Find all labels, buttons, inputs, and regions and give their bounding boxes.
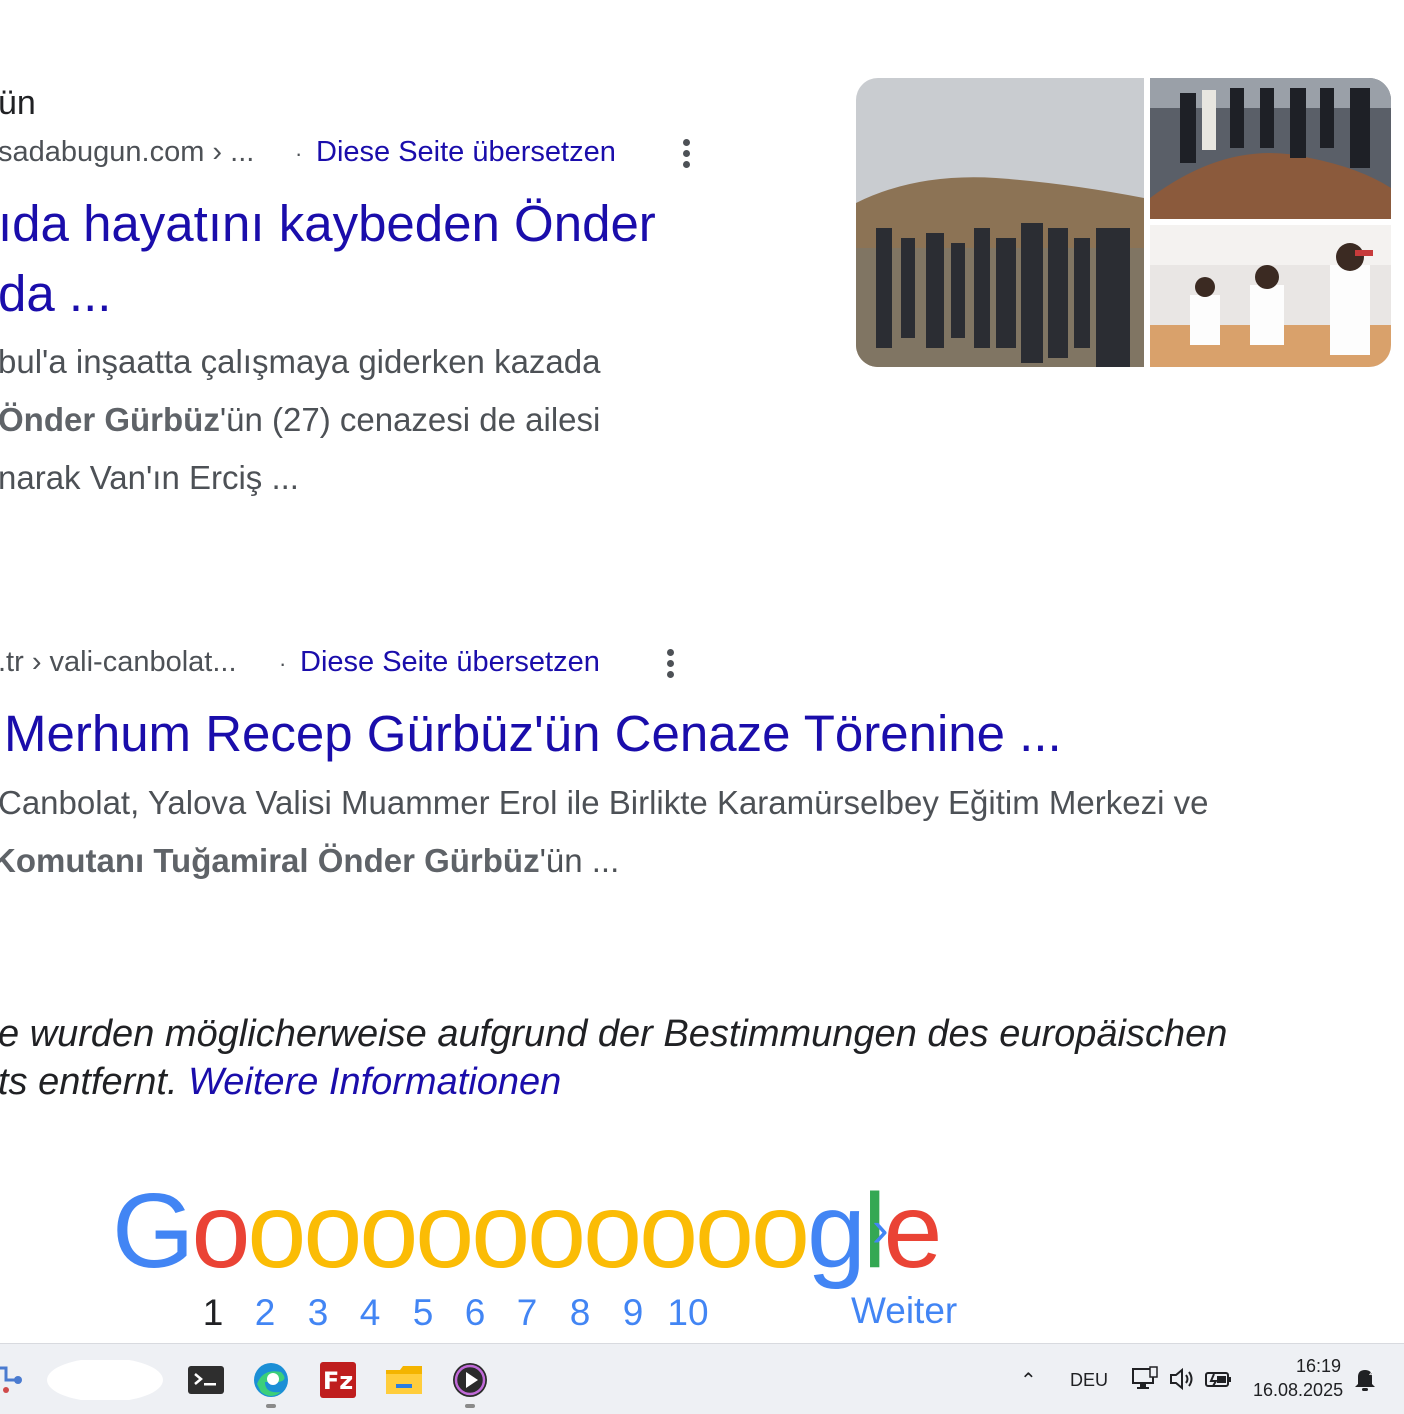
logo-letter: o [303, 1172, 362, 1290]
running-indicator [465, 1404, 475, 1408]
page-current: 1 [202, 1292, 224, 1333]
classroom-photo[interactable] [1150, 225, 1391, 367]
page-link[interactable]: 8 [560, 1292, 600, 1334]
volume-icon[interactable] [1167, 1364, 1197, 1394]
next-page-link[interactable]: Weiter [851, 1290, 957, 1332]
eu-notice-text: ts entfernt. [0, 1061, 189, 1103]
pinned-app-icon[interactable] [0, 1360, 32, 1400]
funeral-field-photo[interactable] [856, 78, 1144, 367]
snippet-bold: Komutanı Tuğamiral Önder Gürbüz [0, 842, 540, 879]
result1-snippet-line2: Önder Gürbüz'ün (27) cenazesi de ailesi [0, 401, 600, 439]
page-link[interactable]: 3 [298, 1292, 338, 1334]
logo-letter: e [883, 1172, 942, 1290]
tray-overflow-chevron-icon[interactable]: ⌃ [1020, 1368, 1037, 1393]
page-link[interactable]: 7 [507, 1292, 547, 1334]
logo-letter: o [527, 1172, 586, 1290]
result2-cite[interactable]: .tr › vali-canbolat... [0, 646, 237, 679]
page-link[interactable]: 2 [245, 1292, 285, 1334]
network-icon[interactable] [1130, 1364, 1160, 1394]
result1-snippet-line1: bul'a inşaatta çalışmaya giderken kazada [0, 343, 601, 380]
page-link[interactable]: 4 [350, 1292, 390, 1334]
result1-snippet-line3: narak Van'ın Erciş ... [0, 459, 299, 496]
running-indicator [266, 1404, 276, 1408]
logo-letter: G [112, 1172, 194, 1290]
result2-snippet-line2: Komutanı Tuğamiral Önder Gürbüz'ün ... [0, 842, 619, 880]
taskbar: Fz ⌃ DEU 16:19 16.08.2025 z [0, 1343, 1404, 1414]
result1-title-fragment: ün [0, 84, 36, 122]
clock-time[interactable]: 16:19 [1296, 1356, 1341, 1377]
snippet-rest: 'ün ... [539, 842, 620, 879]
separator-dot: · [279, 651, 287, 676]
logo-letter: o [415, 1172, 474, 1290]
result2-snippet-line1: Canbolat, Yalova Valisi Muammer Erol ile… [0, 784, 1209, 821]
logo-letter: o [471, 1172, 530, 1290]
grave-prayer-photo[interactable] [1150, 78, 1391, 219]
page-link[interactable]: 10 [666, 1292, 710, 1334]
edge-icon[interactable] [251, 1360, 291, 1408]
eu-notice-line2: ts entfernt. Weitere Informationen [0, 1061, 561, 1104]
page-link[interactable]: 5 [403, 1292, 443, 1334]
result2-title[interactable]: Merhum Recep Gürbüz'ün Cenaze Törenine .… [4, 704, 1062, 763]
result1-title-line1[interactable]: ıda hayatını kaybeden Önder [0, 194, 656, 253]
google-pagination-logo: Gooooooooooogle [112, 1172, 942, 1290]
result2-translate-link[interactable]: Diese Seite übersetzen [300, 646, 600, 679]
logo-letter: o [359, 1172, 418, 1290]
result1-translate-link[interactable]: Diese Seite übersetzen [316, 136, 616, 169]
page-link[interactable]: 9 [613, 1292, 653, 1334]
result1-more-options-icon[interactable] [679, 135, 693, 175]
next-chevron-icon[interactable]: › [872, 1200, 889, 1258]
svg-text:z: z [1369, 1368, 1373, 1377]
page-link[interactable]: 6 [455, 1292, 495, 1334]
logo-letter: o [750, 1172, 810, 1290]
result2-more-options-icon[interactable] [663, 645, 677, 685]
logo-letter: o [247, 1172, 306, 1290]
snippet-bold: Önder Gürbüz [0, 401, 220, 438]
logo-letter: o [191, 1172, 250, 1290]
filezilla-icon[interactable]: Fz [318, 1360, 358, 1400]
clock-date[interactable]: 16.08.2025 [1253, 1380, 1343, 1401]
file-explorer-icon[interactable] [384, 1360, 424, 1400]
logo-letter: o [639, 1172, 698, 1290]
result1-cite[interactable]: sadabugun.com › ... [0, 136, 254, 169]
language-indicator[interactable]: DEU [1070, 1370, 1108, 1391]
result1-image-grid[interactable] [856, 78, 1391, 367]
more-info-link[interactable]: Weitere Informationen [188, 1061, 561, 1103]
logo-letter: o [583, 1172, 642, 1290]
media-player-icon[interactable] [450, 1360, 490, 1408]
notification-bell-icon[interactable]: z [1350, 1364, 1380, 1394]
eu-notice-line1: e wurden möglicherweise aufgrund der Bes… [0, 1013, 1228, 1055]
battery-icon[interactable] [1203, 1364, 1233, 1394]
redacted-app-icon[interactable] [45, 1358, 165, 1402]
terminal-icon[interactable] [186, 1360, 226, 1400]
separator-dot: · [295, 141, 303, 166]
logo-letter: o [695, 1172, 754, 1290]
snippet-rest: 'ün (27) cenazesi de ailesi [219, 401, 601, 438]
logo-letter: g [806, 1172, 866, 1290]
svg-text:Fz: Fz [323, 1367, 353, 1395]
result1-title-line2[interactable]: da ... [0, 264, 111, 323]
